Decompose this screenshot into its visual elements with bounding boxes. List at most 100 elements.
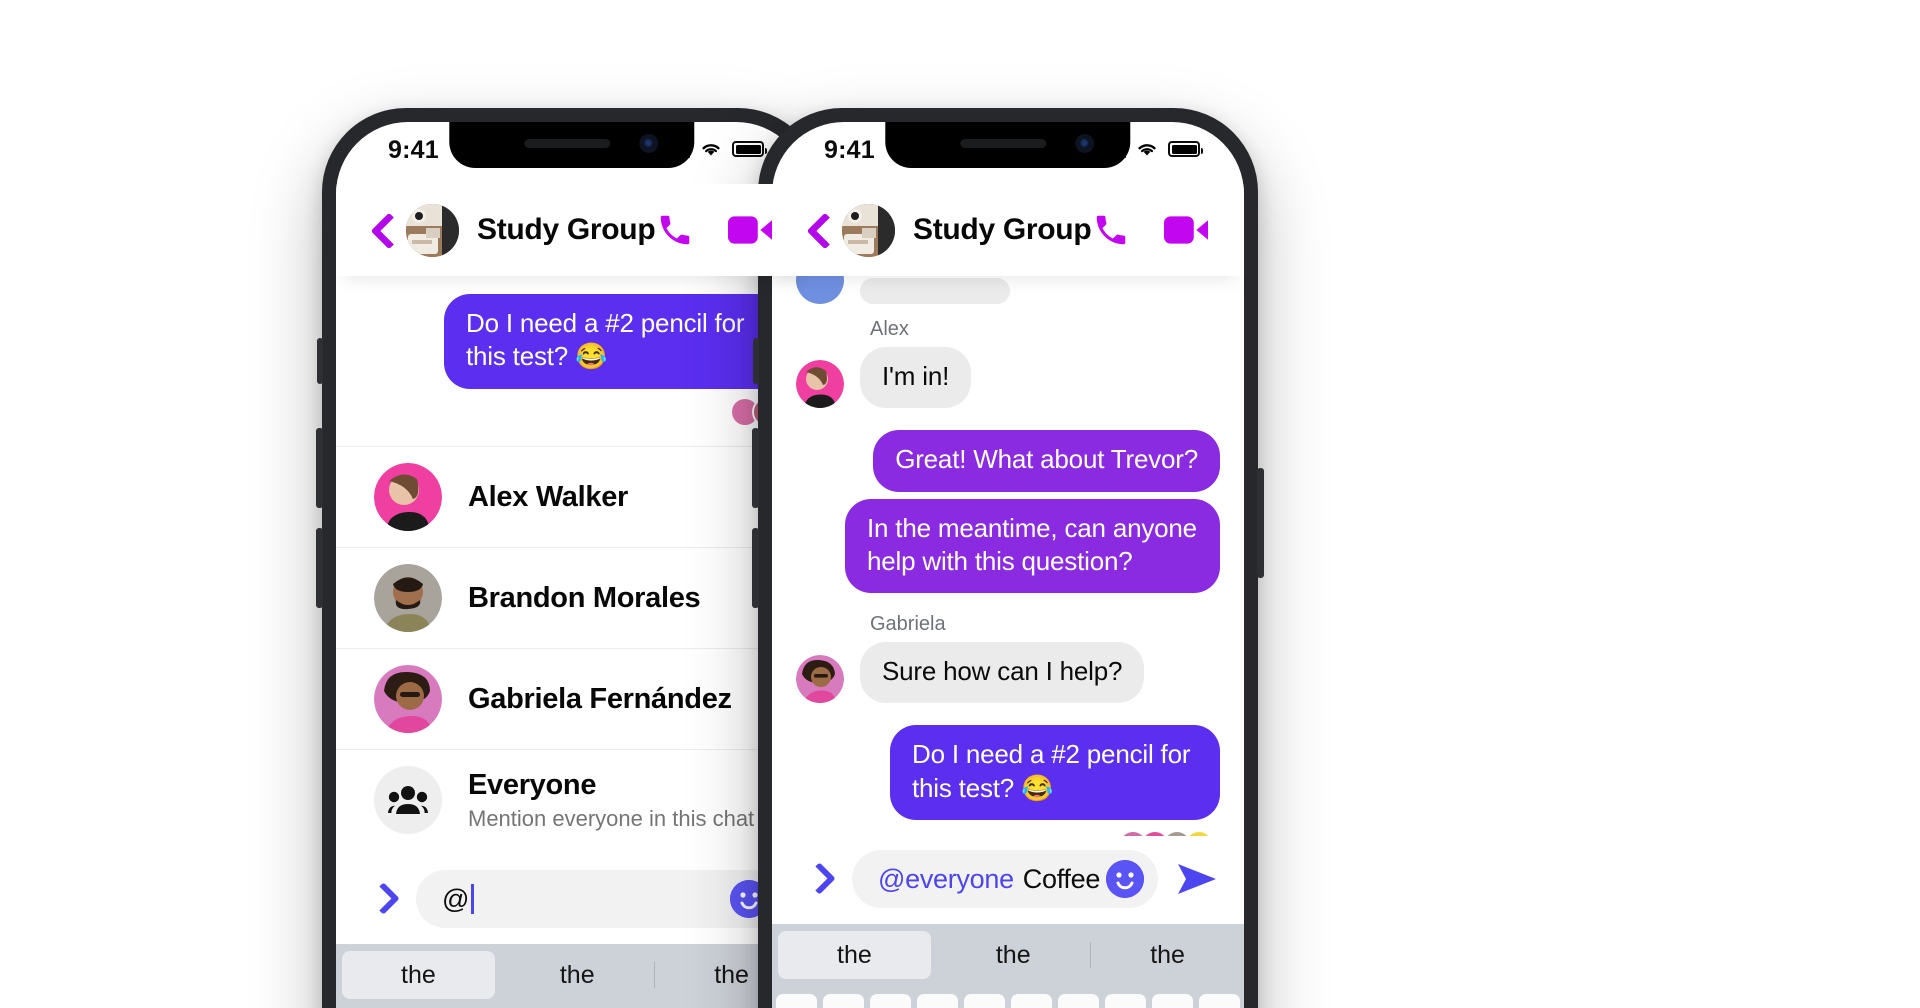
mention-item-brandon-morales[interactable]: Brandon Morales <box>336 548 808 649</box>
suggestion-chip[interactable]: the <box>501 961 654 990</box>
left-keyboard: the the the Q W E R T Y U I O P <box>336 944 808 1008</box>
message-input-text: @ <box>442 883 475 915</box>
group-avatar[interactable] <box>842 203 895 257</box>
message-bubble[interactable]: Do I need a #2 pencil for this test? 😂 <box>890 725 1220 820</box>
group-avatar[interactable] <box>406 203 459 257</box>
right-keyboard: the the the Q W E R T Y U I O P <box>772 924 1244 1008</box>
keyboard-row-1: Q W E R T Y U I O P <box>772 986 1244 1008</box>
message-row: I'm in! <box>772 347 1244 409</box>
right-phone-device: 9:41 Study Group Alex I'm in! Great! Wha… <box>752 108 1264 1008</box>
keyboard-suggestions: the the the <box>772 924 1244 986</box>
message-bubble[interactable]: Great! What about Trevor? <box>873 430 1220 492</box>
message-input[interactable]: @everyone Coffee later <box>852 850 1158 908</box>
phone-call-icon[interactable] <box>656 211 694 249</box>
wifi-icon <box>702 144 720 156</box>
message-reactions <box>772 829 1244 836</box>
left-chat-header: Study Group <box>336 184 808 276</box>
reaction-avatar[interactable] <box>1184 829 1214 836</box>
message-input-value: @ <box>442 883 470 914</box>
key-p[interactable]: P <box>1199 994 1240 1008</box>
key-e[interactable]: E <box>870 994 911 1008</box>
left-composer: @ <box>336 850 808 944</box>
left-phone-volume-up-button[interactable] <box>316 428 323 508</box>
avatar-brandon <box>374 564 442 632</box>
message-bubble[interactable]: Sure how can I help? <box>860 642 1145 704</box>
mention-item-label: Gabriela Fernández <box>468 682 732 715</box>
suggestion-chip[interactable]: the <box>1091 941 1244 970</box>
message-row: Do I need a #2 pencil for this test? 😂 <box>772 725 1244 820</box>
left-thread: Do I need a #2 pencil for this test? 😂 <box>336 276 808 446</box>
mention-item-gabriela-fernandez[interactable]: Gabriela Fernández <box>336 649 808 750</box>
chat-title: Study Group <box>913 213 1092 246</box>
text-caret <box>471 884 475 914</box>
battery-icon <box>1168 141 1203 157</box>
status-indicators <box>666 140 767 158</box>
left-phone-screen: 9:41 Study Group Do I need a #2 pencil f… <box>336 122 808 1008</box>
signal-bars-icon <box>666 140 690 158</box>
message-bubble[interactable]: Do I need a #2 pencil for this test? 😂 <box>444 294 784 389</box>
status-time: 9:41 <box>388 136 439 164</box>
sender-avatar <box>796 276 844 304</box>
message-row: Sure how can I help? <box>772 642 1244 704</box>
key-q[interactable]: Q <box>776 994 817 1008</box>
left-phone-mute-button[interactable] <box>317 338 323 384</box>
key-u[interactable]: U <box>1058 994 1099 1008</box>
battery-icon <box>732 141 767 157</box>
message-bubble[interactable]: In the meantime, can anyone help with th… <box>845 498 1220 594</box>
key-y[interactable]: Y <box>1011 994 1052 1008</box>
smiley-face-icon[interactable] <box>1106 860 1144 898</box>
left-phone-volume-down-button[interactable] <box>316 528 323 608</box>
message-bubble[interactable]: I'm in! <box>860 347 972 409</box>
back-chevron-icon[interactable] <box>364 212 400 248</box>
avatar-gabriela <box>374 665 442 733</box>
mention-item-alex-walker[interactable]: Alex Walker <box>336 447 808 548</box>
key-t[interactable]: T <box>964 994 1005 1008</box>
suggestion-chip[interactable]: the <box>937 941 1090 970</box>
key-i[interactable]: I <box>1105 994 1146 1008</box>
sender-avatar[interactable] <box>796 655 844 704</box>
keyboard-suggestions: the the the <box>336 944 808 1006</box>
phone-call-icon[interactable] <box>1092 211 1130 249</box>
right-thread[interactable]: Alex I'm in! Great! What about Trevor? I… <box>772 276 1244 836</box>
people-group-icon <box>374 766 442 834</box>
mention-item-sublabel: Mention everyone in this chat <box>468 805 755 831</box>
video-call-icon[interactable] <box>1164 215 1208 245</box>
right-phone-screen: 9:41 Study Group Alex I'm in! Great! Wha… <box>772 122 1244 1008</box>
message-input-value: Coffee later <box>1022 863 1106 894</box>
chat-title: Study Group <box>477 213 656 246</box>
key-r[interactable]: R <box>917 994 958 1008</box>
send-arrow-icon[interactable] <box>1176 862 1218 896</box>
message-input-text: @everyone Coffee later <box>878 864 1106 895</box>
right-phone-mute-button[interactable] <box>753 338 759 384</box>
chevron-right-icon[interactable] <box>800 862 834 896</box>
status-time: 9:41 <box>824 136 875 164</box>
left-phone-device: 9:41 Study Group Do I need a #2 pencil f… <box>316 108 822 1008</box>
screenshot-canvas: 9:41 Study Group Do I need a #2 pencil f… <box>0 0 1920 1008</box>
key-w[interactable]: W <box>823 994 864 1008</box>
status-indicators <box>1102 140 1203 158</box>
key-o[interactable]: O <box>1152 994 1193 1008</box>
message-bubble <box>860 278 1010 304</box>
right-header-actions <box>1092 211 1208 249</box>
signal-bars-icon <box>1102 140 1126 158</box>
right-phone-volume-up-button[interactable] <box>752 428 759 508</box>
video-call-icon[interactable] <box>728 215 772 245</box>
left-status-bar: 9:41 <box>336 122 808 184</box>
suggestion-chip[interactable]: the <box>342 951 495 999</box>
avatar-alex <box>374 463 442 531</box>
right-status-bar: 9:41 <box>772 122 1244 184</box>
suggestion-chip[interactable]: the <box>778 931 931 979</box>
message-input[interactable]: @ <box>416 870 782 928</box>
mention-item-everyone[interactable]: Everyone Mention everyone in this chat <box>336 750 808 850</box>
sender-avatar[interactable] <box>796 360 844 409</box>
message-row-partial <box>772 276 1244 304</box>
right-phone-power-button[interactable] <box>1257 468 1264 578</box>
message-row: Do I need a #2 pencil for this test? 😂 <box>336 294 808 389</box>
right-phone-volume-down-button[interactable] <box>752 528 759 608</box>
message-sender-name: Alex <box>870 318 909 340</box>
message-reactions <box>336 396 808 427</box>
mention-item-label: Alex Walker <box>468 480 629 513</box>
mention-suggestion-list: Alex Walker Brandon Morales Gabriela Fer… <box>336 446 808 850</box>
chevron-right-icon[interactable] <box>364 882 398 916</box>
message-sender-name: Gabriela <box>870 613 946 636</box>
